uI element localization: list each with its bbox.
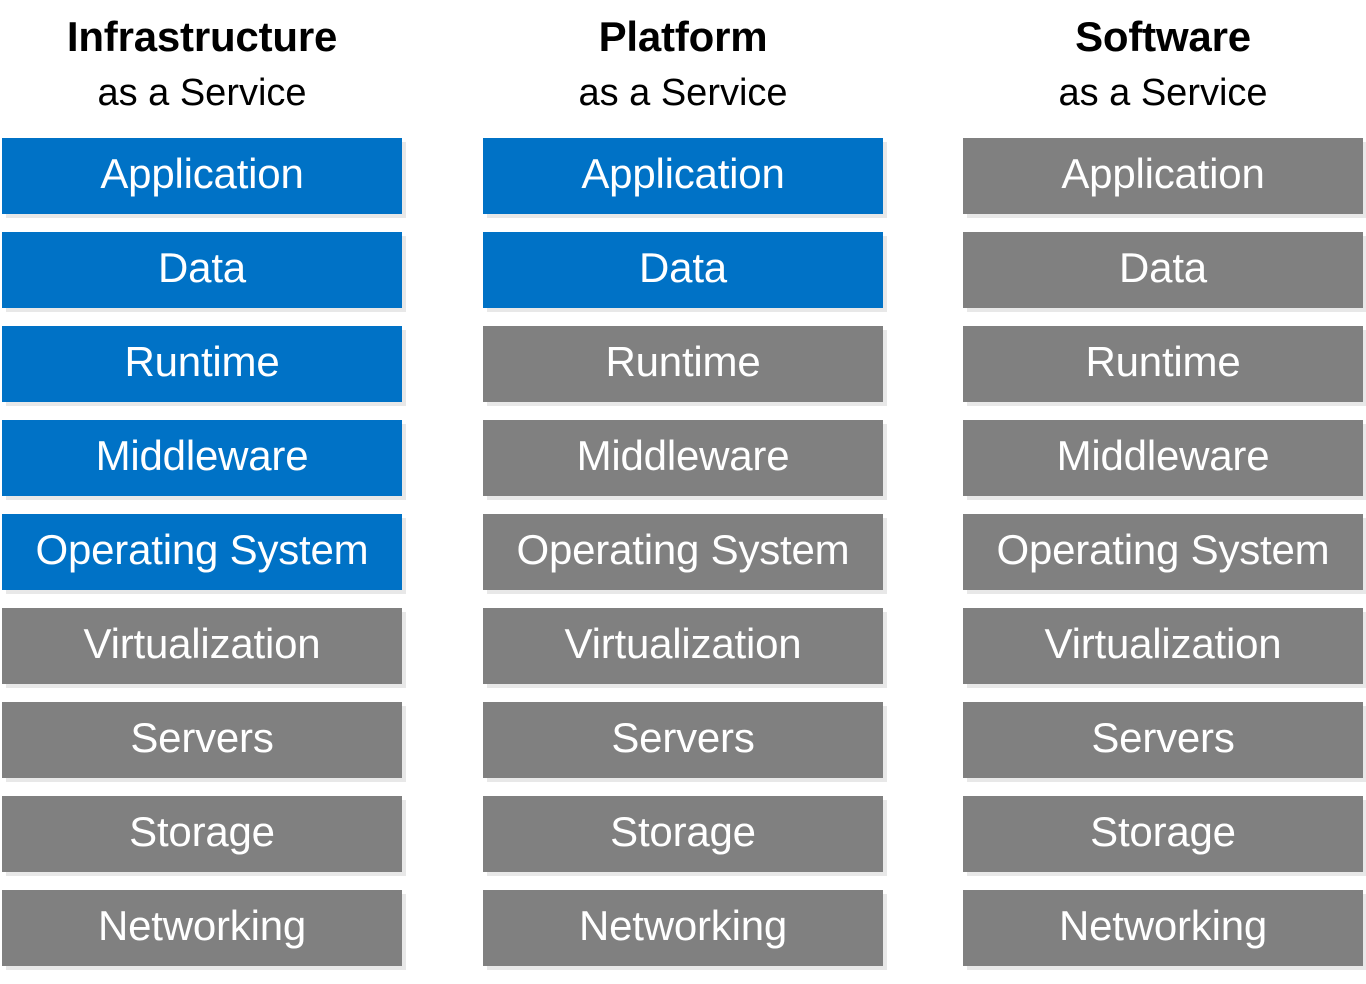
layer-box-saas-middleware[interactable]: Middleware [963, 420, 1363, 496]
layer-box-paas-operating-system[interactable]: Operating System [483, 514, 883, 590]
layer-box-iaas-operating-system[interactable]: Operating System [2, 514, 402, 590]
layer-label: Storage [610, 808, 756, 855]
layer-stack-saas: Application Data Runtime Middleware Oper… [963, 138, 1363, 984]
layer-label: Runtime [124, 338, 280, 385]
layer-box-saas-virtualization[interactable]: Virtualization [963, 608, 1363, 684]
layer-label: Data [158, 244, 246, 291]
layer-box-paas-storage[interactable]: Storage [483, 796, 883, 872]
layer-label: Middleware [95, 432, 309, 479]
column-header-iaas: Infrastructure as a Service [2, 0, 402, 138]
layer-label: Runtime [605, 338, 761, 385]
layer-label: Runtime [1085, 338, 1241, 385]
layer-box-iaas-servers[interactable]: Servers [2, 702, 402, 778]
layer-box-paas-middleware[interactable]: Middleware [483, 420, 883, 496]
layer-box-paas-networking[interactable]: Networking [483, 890, 883, 966]
layer-box-iaas-networking[interactable]: Networking [2, 890, 402, 966]
layer-label: Operating System [35, 526, 369, 573]
layer-label: Networking [97, 902, 307, 949]
layer-label: Networking [578, 902, 788, 949]
column-title-paas: Platform [598, 13, 768, 60]
layer-box-saas-application[interactable]: Application [963, 138, 1363, 214]
layer-box-saas-servers[interactable]: Servers [963, 702, 1363, 778]
layer-box-paas-data[interactable]: Data [483, 232, 883, 308]
cloud-service-models-diagram: Infrastructure as a Service Application … [0, 0, 1366, 983]
layer-label: Virtualization [564, 620, 802, 667]
layer-label: Application [581, 150, 785, 197]
layer-label: Servers [611, 714, 755, 761]
layer-box-saas-data[interactable]: Data [963, 232, 1363, 308]
column-header-paas: Platform as a Service [483, 0, 883, 138]
column-header-saas: Software as a Service [963, 0, 1363, 138]
layer-box-saas-runtime[interactable]: Runtime [963, 326, 1363, 402]
layer-box-iaas-runtime[interactable]: Runtime [2, 326, 402, 402]
column-subtitle-iaas: as a Service [97, 72, 307, 114]
layer-label: Application [100, 150, 304, 197]
column-iaas: Infrastructure as a Service Application … [2, 0, 402, 983]
layer-label: Servers [1091, 714, 1235, 761]
layer-stack-iaas: Application Data Runtime Middleware Oper… [2, 138, 402, 984]
column-title-saas: Software [1075, 13, 1251, 60]
layer-box-paas-virtualization[interactable]: Virtualization [483, 608, 883, 684]
layer-label: Middleware [1056, 432, 1270, 479]
layer-box-iaas-storage[interactable]: Storage [2, 796, 402, 872]
layer-label: Middleware [576, 432, 790, 479]
layer-box-paas-runtime[interactable]: Runtime [483, 326, 883, 402]
layer-box-iaas-virtualization[interactable]: Virtualization [2, 608, 402, 684]
column-paas: Platform as a Service Application Data R… [483, 0, 883, 983]
layer-box-iaas-middleware[interactable]: Middleware [2, 420, 402, 496]
layer-label: Operating System [516, 526, 850, 573]
column-subtitle-saas: as a Service [1058, 72, 1268, 114]
layer-label: Data [639, 244, 727, 291]
layer-label: Application [1061, 150, 1265, 197]
layer-label: Virtualization [83, 620, 321, 667]
layer-label: Virtualization [1044, 620, 1282, 667]
layer-label: Storage [129, 808, 275, 855]
column-title-iaas: Infrastructure [66, 13, 338, 60]
layer-box-saas-networking[interactable]: Networking [963, 890, 1363, 966]
layer-label: Data [1119, 244, 1207, 291]
layer-label: Operating System [996, 526, 1330, 573]
layer-box-iaas-application[interactable]: Application [2, 138, 402, 214]
layer-label: Servers [130, 714, 274, 761]
layer-box-paas-application[interactable]: Application [483, 138, 883, 214]
layer-stack-paas: Application Data Runtime Middleware Oper… [483, 138, 883, 984]
layer-box-saas-storage[interactable]: Storage [963, 796, 1363, 872]
layer-label: Networking [1058, 902, 1268, 949]
layer-box-saas-operating-system[interactable]: Operating System [963, 514, 1363, 590]
column-saas: Software as a Service Application Data R… [963, 0, 1363, 983]
layer-box-iaas-data[interactable]: Data [2, 232, 402, 308]
layer-box-paas-servers[interactable]: Servers [483, 702, 883, 778]
column-subtitle-paas: as a Service [578, 72, 788, 114]
layer-label: Storage [1090, 808, 1236, 855]
